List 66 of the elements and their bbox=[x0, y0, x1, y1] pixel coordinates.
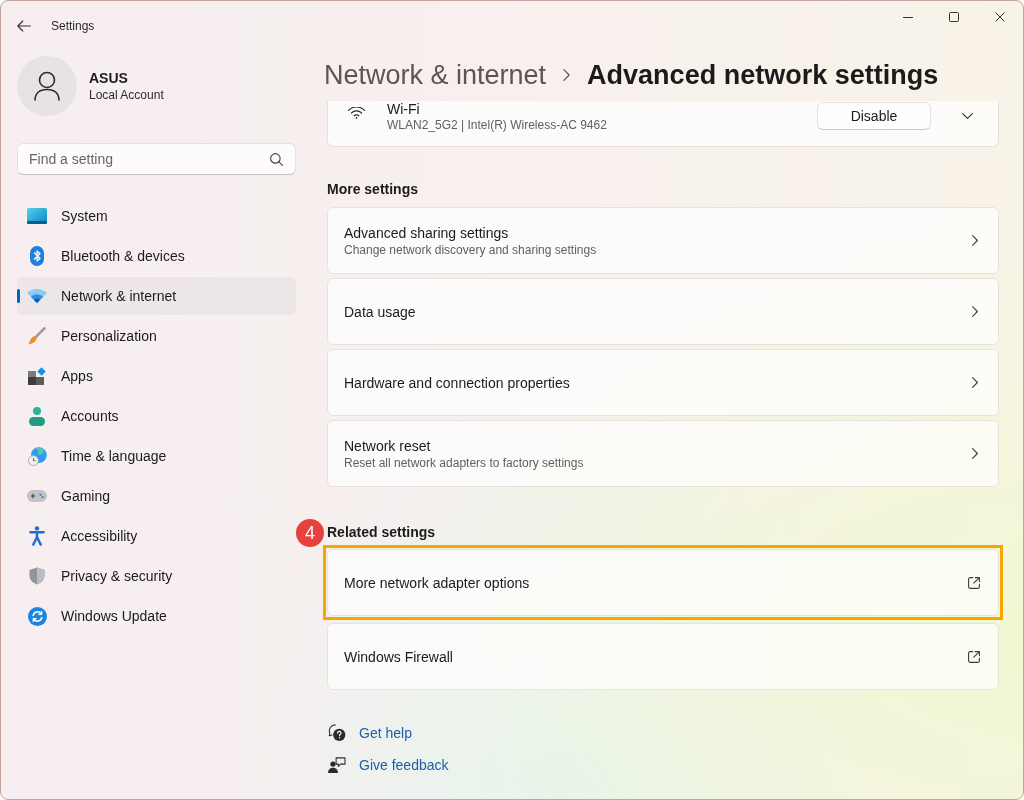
wifi-icon bbox=[27, 289, 47, 303]
step-number-marker: 4 bbox=[296, 519, 324, 547]
settings-card[interactable]: Hardware and connection properties bbox=[327, 349, 999, 416]
search-field[interactable]: Find a setting bbox=[17, 143, 296, 175]
nav-item[interactable]: Gaming bbox=[17, 477, 296, 515]
window-title: Settings bbox=[51, 18, 95, 35]
nav-item[interactable]: Accessibility bbox=[17, 517, 296, 555]
shield-icon bbox=[29, 567, 45, 585]
wifi-icon bbox=[348, 107, 365, 119]
breadcrumb-chevron-icon bbox=[563, 69, 571, 81]
minimize-icon bbox=[903, 16, 913, 18]
card-title: Hardware and connection properties bbox=[344, 373, 570, 392]
arrow-left-icon bbox=[17, 20, 31, 32]
page-title: Advanced network settings bbox=[587, 58, 939, 92]
card-description: Change network discovery and sharing settings bbox=[344, 241, 597, 258]
nav-item[interactable]: Privacy & security bbox=[17, 557, 296, 595]
paintbrush-icon bbox=[28, 327, 46, 345]
search-icon bbox=[270, 153, 283, 166]
account-name: ASUS bbox=[89, 69, 129, 87]
maximize-icon bbox=[949, 12, 959, 22]
chevron-right-icon bbox=[972, 448, 978, 459]
card-title: Windows Firewall bbox=[344, 647, 454, 666]
nav-item[interactable]: Personalization bbox=[17, 317, 296, 355]
section-heading: More settings bbox=[327, 180, 418, 199]
nav-item[interactable]: System bbox=[17, 197, 296, 235]
breadcrumb-link[interactable]: Network & internet bbox=[324, 54, 547, 96]
disable-button[interactable]: Disable bbox=[817, 102, 931, 130]
nav-item[interactable]: Windows Update bbox=[17, 597, 296, 635]
account-type: Local Account bbox=[89, 87, 164, 103]
settings-card[interactable]: Windows Firewall bbox=[327, 623, 999, 690]
support-link[interactable]: Get help bbox=[359, 722, 412, 744]
game-controller-icon bbox=[27, 490, 47, 502]
monitor-icon bbox=[27, 208, 47, 224]
external-link-icon bbox=[967, 649, 981, 664]
close-icon bbox=[995, 12, 1005, 22]
card-description: Reset all network adapters to factory settings bbox=[344, 454, 584, 471]
adapter-name: Wi-Fi bbox=[387, 101, 421, 117]
nav-item[interactable]: Network & internet bbox=[17, 277, 296, 315]
card-title: Data usage bbox=[344, 302, 416, 321]
card-title: Network reset bbox=[344, 436, 431, 455]
chevron-right-icon bbox=[972, 235, 978, 246]
help-icon bbox=[328, 724, 346, 742]
nav-item[interactable]: Apps bbox=[17, 357, 296, 395]
feedback-icon bbox=[328, 757, 346, 773]
settings-card[interactable]: More network adapter options bbox=[327, 549, 999, 616]
nav-item[interactable]: Accounts bbox=[17, 397, 296, 435]
nav-item[interactable]: Bluetooth & devices bbox=[17, 237, 296, 275]
adapter-details: WLAN2_5G2 | Intel(R) Wireless-AC 9462 bbox=[387, 117, 607, 133]
apps-grid-icon bbox=[28, 367, 46, 385]
settings-card[interactable]: Advanced sharing settings Change network discovery and sharing settings bbox=[327, 207, 999, 274]
card-title: Advanced sharing settings bbox=[344, 223, 509, 242]
card-title: More network adapter options bbox=[344, 573, 531, 592]
settings-card[interactable]: Network reset Reset all network adapters to factory settings bbox=[327, 420, 999, 487]
chevron-down-icon bbox=[961, 113, 973, 119]
chevron-right-icon bbox=[972, 377, 978, 388]
settings-card[interactable]: Data usage bbox=[327, 278, 999, 345]
accessibility-icon bbox=[29, 526, 45, 546]
external-link-icon bbox=[967, 575, 981, 590]
section-heading: Related settings bbox=[327, 523, 436, 542]
globe-clock-icon bbox=[27, 446, 47, 466]
bluetooth-icon bbox=[30, 246, 44, 266]
sync-icon bbox=[27, 606, 47, 626]
person-icon bbox=[29, 406, 45, 426]
support-link[interactable]: Give feedback bbox=[359, 754, 449, 776]
chevron-right-icon bbox=[972, 306, 978, 317]
nav-item[interactable]: Time & language bbox=[17, 437, 296, 475]
